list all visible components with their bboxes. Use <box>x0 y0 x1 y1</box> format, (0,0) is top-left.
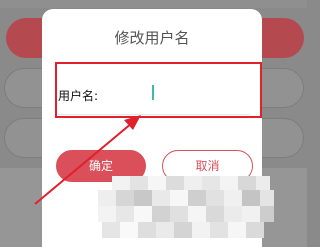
pixelated-blur <box>98 172 278 247</box>
